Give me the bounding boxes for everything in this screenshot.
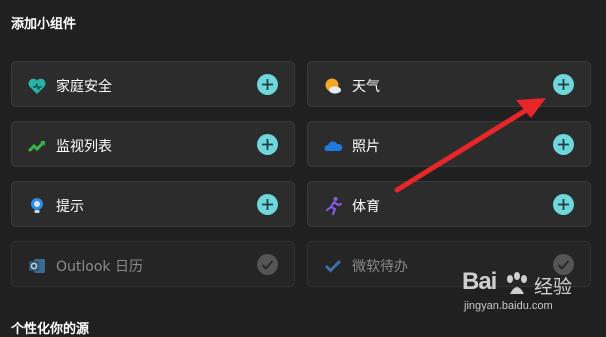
widget-label: 照片 [352,139,380,155]
widget-label: 监视列表 [56,139,112,155]
watermark-brand-suffix: 经验 [534,276,573,298]
weather-icon [323,76,343,96]
widget-label: 天气 [352,79,380,95]
add-widget-button[interactable] [257,74,278,95]
add-widget-button[interactable] [553,194,574,215]
personalize-feed-heading: 个性化你的源 [11,322,90,337]
widget-card-watchlist[interactable]: 监视列表 [11,121,295,167]
widget-label: 体育 [352,199,380,215]
add-widget-button[interactable] [553,134,574,155]
baidu-jingyan-watermark: Bai 经验 jingyan.baidu.com [452,268,602,326]
watermark-brand: Bai [462,268,497,295]
outlook-calendar-icon [27,256,47,276]
widget-card-tips[interactable]: 提示 [11,181,295,227]
watchlist-icon [27,136,47,156]
widget-card-weather[interactable]: 天气 [307,61,591,107]
family-safety-icon [27,76,47,96]
add-widget-button[interactable] [257,134,278,155]
sports-runner-icon [323,196,343,216]
widget-label: 微软待办 [352,259,408,275]
widget-label: 提示 [56,199,84,215]
add-widget-button[interactable] [257,194,278,215]
checkmark-icon [261,260,274,270]
widget-card-outlook-calendar: Outlook 日历 [11,241,295,287]
onedrive-photos-icon [323,136,343,156]
plus-icon [262,139,273,150]
widget-card-sports[interactable]: 体育 [307,181,591,227]
widget-card-photos[interactable]: 照片 [307,121,591,167]
widget-added-check [257,254,278,275]
watermark-url: jingyan.baidu.com [464,300,553,312]
section-title: 添加小组件 [11,17,77,32]
baidu-paw-icon [507,272,527,294]
plus-icon [558,79,569,90]
tips-lightbulb-icon [27,196,47,216]
plus-icon [262,79,273,90]
widget-label: Outlook 日历 [56,259,143,275]
plus-icon [262,199,273,210]
microsoft-todo-icon [323,256,343,276]
widget-card-family-safety[interactable]: 家庭安全 [11,61,295,107]
add-widget-button[interactable] [553,74,574,95]
widget-label: 家庭安全 [56,79,112,95]
plus-icon [558,199,569,210]
plus-icon [558,139,569,150]
